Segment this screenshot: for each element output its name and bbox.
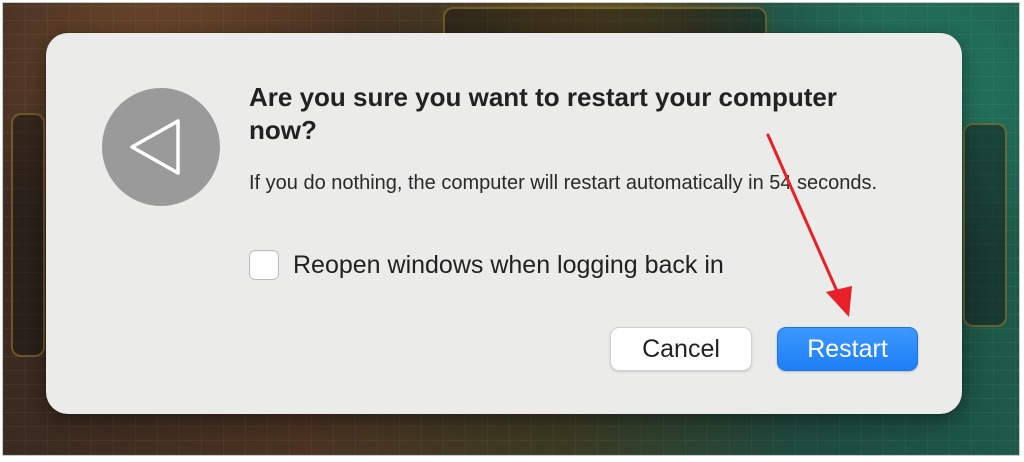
- dialog-title: Are you sure you want to restart your co…: [249, 82, 838, 145]
- reopen-windows-label[interactable]: Reopen windows when logging back in: [293, 251, 724, 280]
- dialog-message: If you do nothing, the computer will res…: [249, 172, 878, 194]
- reopen-windows-option[interactable]: Reopen windows when logging back in: [249, 248, 724, 282]
- wallpaper-chip: [11, 113, 45, 357]
- restart-button[interactable]: Restart: [777, 327, 918, 371]
- reopen-windows-checkbox[interactable]: [249, 250, 279, 280]
- restart-triangle-icon: [102, 88, 220, 206]
- wallpaper-chip: [963, 123, 1007, 327]
- restart-confirmation-dialog: Are you sure you want to restart your co…: [46, 33, 962, 414]
- cancel-button[interactable]: Cancel: [610, 327, 752, 371]
